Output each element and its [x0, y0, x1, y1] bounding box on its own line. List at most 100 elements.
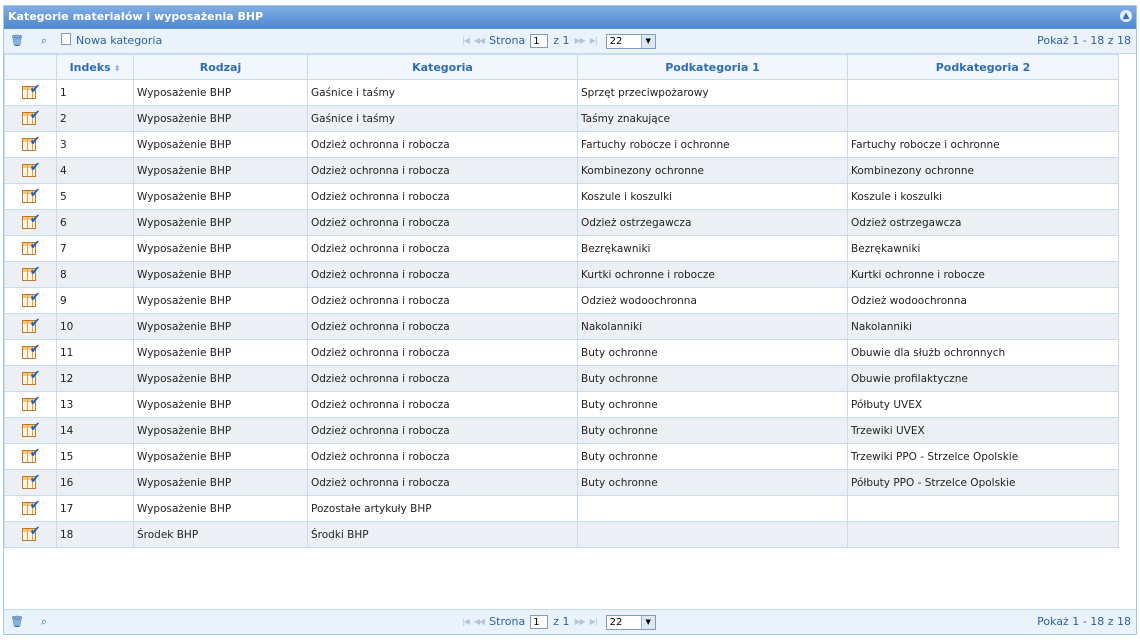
cell-subcategory-2: Trzewiki PPO - Strzelce Opolskie [847, 443, 1119, 470]
row-action-cell: ✔ [4, 79, 57, 106]
edit-row-icon[interactable]: ✔ [21, 524, 41, 543]
cell-category: Odzież ochronna i robocza [307, 261, 578, 288]
edit-row-icon[interactable]: ✔ [21, 316, 41, 335]
cell-index: 3 [56, 131, 134, 158]
cell-subcategory-2: Kombinezony ochronne [847, 157, 1119, 184]
edit-row-icon[interactable]: ✔ [21, 472, 41, 491]
cell-category: Odzież ochronna i robocza [307, 469, 578, 496]
table-row[interactable]: ✔ 16 Wyposażenie BHP Odzież ochronna i robo… [4, 469, 1119, 496]
table-row[interactable]: ✔ 15 Wyposażenie BHP Odzież ochronna i robo… [4, 443, 1119, 470]
new-category-button[interactable]: Nowa kategoria [61, 29, 162, 53]
last-page-icon[interactable]: ▶| [590, 610, 598, 634]
table-row[interactable]: ✔ 14 Wyposażenie BHP Odzież ochronna i robo… [4, 417, 1119, 444]
table-row[interactable]: ✔ 6 Wyposażenie BHP Odzież ochronna i roboc… [4, 209, 1119, 236]
column-header-sub2[interactable]: Podkategoria 2 [847, 54, 1119, 80]
cell-subcategory-2: Półbuty PPO - Strzelce Opolskie [847, 469, 1119, 496]
first-page-icon[interactable]: |◀ [462, 29, 470, 53]
chevron-down-icon: ▼ [640, 34, 655, 48]
next-page-icon[interactable]: ▶▶ [574, 610, 585, 634]
cell-subcategory-1: Buty ochronne [577, 417, 848, 444]
edit-row-icon[interactable]: ✔ [21, 160, 41, 179]
search-icon[interactable]: ⌕ [38, 616, 50, 628]
cell-type: Wyposażenie BHP [133, 261, 308, 288]
edit-row-icon[interactable]: ✔ [21, 82, 41, 101]
table-header-row: Indeks ⬍ Rodzaj Kategoria Podkategoria 1 … [4, 54, 1119, 80]
edit-row-icon[interactable]: ✔ [21, 498, 41, 517]
table-row[interactable]: ✔ 8 Wyposażenie BHP Odzież ochronna i roboc… [4, 261, 1119, 288]
collapse-icon[interactable]: ▲ [1120, 10, 1132, 22]
table-row[interactable]: ✔ 13 Wyposażenie BHP Odzież ochronna i robo… [4, 391, 1119, 418]
sort-asc-icon[interactable]: ⬍ [114, 64, 121, 73]
row-action-cell: ✔ [4, 521, 57, 548]
cell-subcategory-1: Odzież wodoochronna [577, 287, 848, 314]
search-icon[interactable]: ⌕ [38, 35, 50, 47]
cell-index: 4 [56, 157, 134, 184]
trash-icon[interactable]: 🗑 [10, 616, 24, 628]
edit-row-icon[interactable]: ✔ [21, 264, 41, 283]
last-page-icon[interactable]: ▶| [590, 29, 598, 53]
edit-row-icon[interactable]: ✔ [21, 212, 41, 231]
edit-row-icon[interactable]: ✔ [21, 108, 41, 127]
edit-row-icon[interactable]: ✔ [21, 368, 41, 387]
rows-per-page-select[interactable]: 22 ▼ [605, 614, 656, 630]
cell-category: Odzież ochronna i robocza [307, 417, 578, 444]
column-header-actions [4, 54, 57, 80]
cell-category: Odzież ochronna i robocza [307, 183, 578, 210]
cell-subcategory-1: Odzież ostrzegawcza [577, 209, 848, 236]
rows-per-page-select[interactable]: 22 ▼ [605, 33, 656, 49]
row-action-cell: ✔ [4, 365, 57, 392]
cell-index: 11 [56, 339, 134, 366]
cell-type: Wyposażenie BHP [133, 105, 308, 132]
table-row[interactable]: ✔ 1 Wyposażenie BHP Gaśnice i taśmy Sprzęt p… [4, 79, 1119, 106]
table-row[interactable]: ✔ 2 Wyposażenie BHP Gaśnice i taśmy Taśmy zn… [4, 105, 1119, 132]
trash-icon[interactable]: 🗑 [10, 35, 24, 47]
prev-page-icon[interactable]: ◀◀ [474, 610, 485, 634]
cell-subcategory-2 [847, 521, 1119, 548]
prev-page-icon[interactable]: ◀◀ [474, 29, 485, 53]
cell-type: Środek BHP [133, 521, 308, 548]
table-row[interactable]: ✔ 11 Wyposażenie BHP Odzież ochronna i robo… [4, 339, 1119, 366]
table-row[interactable]: ✔ 9 Wyposażenie BHP Odzież ochronna i roboc… [4, 287, 1119, 314]
table-row[interactable]: ✔ 17 Wyposażenie BHP Pozostałe artykuły BHP [4, 495, 1119, 522]
column-header-type[interactable]: Rodzaj [133, 54, 308, 80]
cell-type: Wyposażenie BHP [133, 79, 308, 106]
column-header-sub1[interactable]: Podkategoria 1 [577, 54, 848, 80]
page-input[interactable]: 1 [530, 34, 549, 48]
categories-panel: Kategorie materiałów i wyposażenia BHP ▲… [3, 5, 1137, 635]
table-row[interactable]: ✔ 4 Wyposażenie BHP Odzież ochronna i roboc… [4, 157, 1119, 184]
edit-row-icon[interactable]: ✔ [21, 238, 41, 257]
edit-row-icon[interactable]: ✔ [21, 342, 41, 361]
next-page-icon[interactable]: ▶▶ [574, 29, 585, 53]
edit-row-icon[interactable]: ✔ [21, 394, 41, 413]
edit-row-icon[interactable]: ✔ [21, 446, 41, 465]
top-pager: |◀ ◀◀ Strona 1 z 1 ▶▶ ▶| 22 ▼ [462, 29, 656, 53]
table-row[interactable]: ✔ 3 Wyposażenie BHP Odzież ochronna i roboc… [4, 131, 1119, 158]
edit-row-icon[interactable]: ✔ [21, 186, 41, 205]
cell-category: Gaśnice i taśmy [307, 79, 578, 106]
table-row[interactable]: ✔ 12 Wyposażenie BHP Odzież ochronna i robo… [4, 365, 1119, 392]
table-row[interactable]: ✔ 7 Wyposażenie BHP Odzież ochronna i roboc… [4, 235, 1119, 262]
column-header-index[interactable]: Indeks ⬍ [56, 54, 134, 80]
cell-subcategory-1: Buty ochronne [577, 365, 848, 392]
cell-subcategory-2: Kurtki ochronne i robocze [847, 261, 1119, 288]
table-row[interactable]: ✔ 10 Wyposażenie BHP Odzież ochronna i robo… [4, 313, 1119, 340]
cell-index: 14 [56, 417, 134, 444]
page-input[interactable]: 1 [530, 615, 549, 629]
cell-index: 9 [56, 287, 134, 314]
cell-type: Wyposażenie BHP [133, 443, 308, 470]
column-header-category[interactable]: Kategoria [307, 54, 578, 80]
cell-index: 16 [56, 469, 134, 496]
table-row[interactable]: ✔ 18 Środek BHP Środki BHP [4, 521, 1119, 548]
row-action-cell: ✔ [4, 209, 57, 236]
edit-row-icon[interactable]: ✔ [21, 134, 41, 153]
edit-row-icon[interactable]: ✔ [21, 290, 41, 309]
edit-row-icon[interactable]: ✔ [21, 420, 41, 439]
cell-subcategory-1: Bezrękawniki [577, 235, 848, 262]
cell-subcategory-2: Odzież wodoochronna [847, 287, 1119, 314]
table-row[interactable]: ✔ 5 Wyposażenie BHP Odzież ochronna i roboc… [4, 183, 1119, 210]
new-category-label: Nowa kategoria [76, 34, 163, 47]
cell-category: Odzież ochronna i robocza [307, 339, 578, 366]
first-page-icon[interactable]: |◀ [462, 610, 470, 634]
page-of-label: z 1 [553, 34, 570, 47]
cell-index: 6 [56, 209, 134, 236]
